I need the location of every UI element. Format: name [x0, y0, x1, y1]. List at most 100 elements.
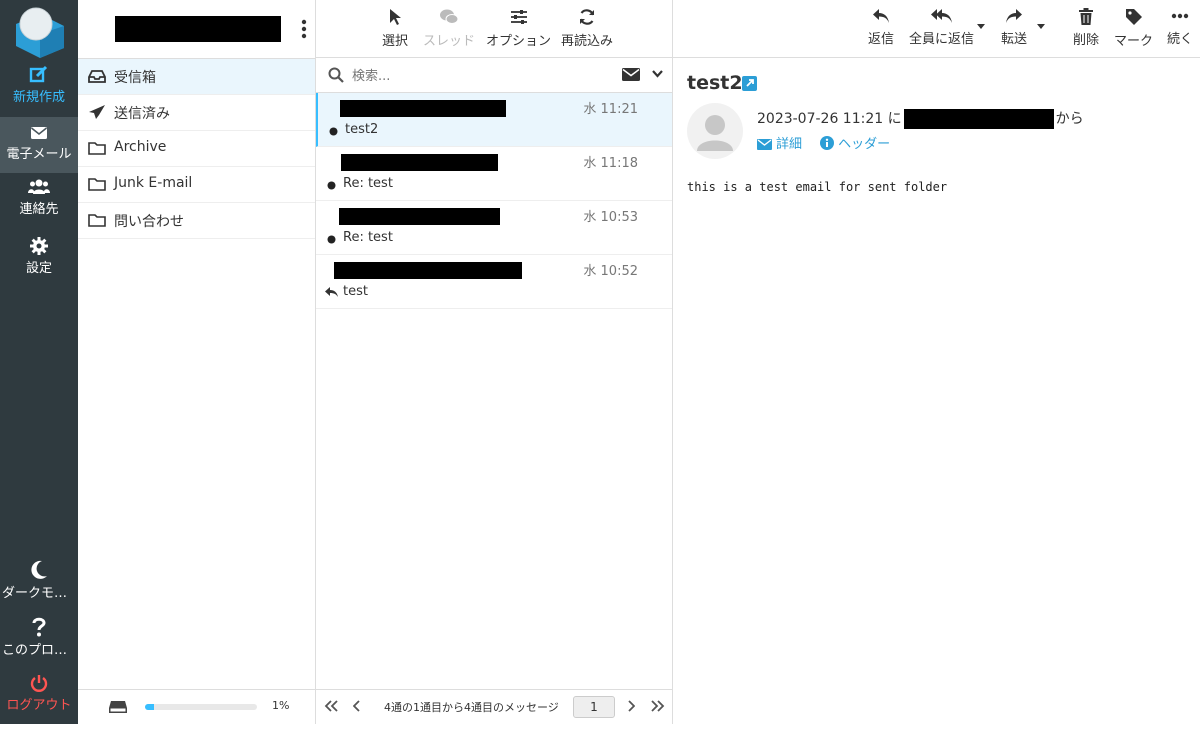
contacts-button[interactable]: 連絡先	[0, 178, 78, 234]
darkmode-button[interactable]: ダークモー…	[0, 560, 78, 616]
more-label: 続く	[1167, 32, 1194, 47]
search-input[interactable]	[350, 65, 594, 87]
list-pagination: 4通の1通目から4通目のメッセージ 1	[316, 689, 672, 724]
page-number-input[interactable]: 1	[573, 696, 615, 718]
gear-icon	[30, 237, 48, 255]
reading-pane: 返信 全員に返信 転送 削除 マーク 続く test2 2023-07-26 1…	[673, 0, 1200, 724]
delete-label: 削除	[1073, 33, 1100, 48]
forward-dropdown-icon[interactable]	[1037, 24, 1045, 29]
app-logo[interactable]	[14, 4, 66, 58]
message-row[interactable]: 水 10:53 Re: test	[316, 201, 672, 255]
message-subject: Re: test	[343, 176, 393, 191]
hard-drive-icon	[109, 701, 127, 713]
forward-icon	[1006, 9, 1022, 23]
folder-icon	[88, 178, 106, 191]
account-name-redacted	[115, 16, 281, 42]
folder-pane-header	[78, 0, 315, 59]
sender-redacted	[903, 109, 1054, 129]
message-row[interactable]: 水 11:18 Re: test	[316, 147, 672, 201]
folder-archive[interactable]: Archive	[78, 131, 315, 167]
headers-link[interactable]: ヘッダー	[820, 136, 890, 152]
folder-label: 問い合わせ	[114, 214, 184, 230]
from-prefix: に	[887, 111, 902, 127]
app-nav: 新規作成 電子メール 連絡先 設定 ダークモー… このプログ… ログアウト	[0, 0, 78, 724]
question-icon	[32, 617, 46, 637]
refresh-button[interactable]: 再読込み	[561, 8, 613, 49]
details-label: 詳細	[776, 137, 803, 152]
search-icon	[328, 67, 344, 83]
ellipsis-icon	[1171, 13, 1189, 19]
reply-label: 返信	[868, 32, 895, 47]
reply-all-dropdown-icon[interactable]	[977, 24, 985, 29]
message-date: 水 11:18	[583, 156, 638, 171]
folder-label: 送信済み	[114, 106, 170, 122]
unread-dot-icon[interactable]	[329, 127, 338, 136]
message-list-pane: 選択 スレッド オプション 再読込み 検索... 水 11:21 test2 水…	[316, 0, 673, 724]
folder-inquiries[interactable]: 問い合わせ	[78, 203, 315, 239]
message-row[interactable]: 水 10:52 test	[316, 255, 672, 309]
message-row[interactable]: 水 11:21 test2	[316, 93, 672, 147]
logout-button[interactable]: ログアウト	[0, 674, 78, 730]
refresh-label: 再読込み	[561, 34, 614, 49]
reader-toolbar: 返信 全員に返信 転送 削除 マーク 続く	[673, 0, 1200, 58]
mark-button[interactable]: マーク	[1114, 8, 1153, 49]
prev-page-icon[interactable]	[353, 700, 361, 712]
envelope-icon	[757, 139, 772, 150]
reply-all-button[interactable]: 全員に返信	[909, 8, 974, 47]
header-links: 詳細 ヘッダー	[757, 133, 904, 152]
open-in-new-window-icon[interactable]	[742, 76, 757, 91]
options-button[interactable]: オプション	[486, 8, 551, 49]
first-page-icon[interactable]	[324, 700, 338, 712]
folder-icon	[88, 214, 106, 227]
last-page-icon[interactable]	[651, 700, 665, 712]
details-link[interactable]: 詳細	[757, 137, 806, 152]
reply-all-icon	[930, 9, 952, 23]
logout-label: ログアウト	[6, 698, 72, 713]
power-icon	[30, 675, 48, 692]
info-icon	[820, 136, 835, 150]
folder-label: Junk E-mail	[114, 175, 193, 191]
envelope-icon[interactable]	[622, 68, 640, 81]
settings-button[interactable]: 設定	[0, 237, 78, 293]
forward-label: 転送	[1001, 32, 1028, 47]
search-bar	[316, 58, 672, 93]
options-label: オプション	[486, 34, 552, 49]
replied-icon	[325, 287, 338, 297]
folder-label: 受信箱	[114, 70, 156, 86]
threads-label: スレッド	[423, 34, 476, 49]
folder-sent[interactable]: 送信済み	[78, 95, 315, 131]
select-button[interactable]: 選択	[382, 8, 408, 49]
forward-button[interactable]: 転送	[1001, 8, 1027, 47]
compose-button[interactable]: 新規作成	[0, 64, 78, 120]
inbox-icon	[88, 70, 106, 83]
kebab-menu-icon[interactable]	[299, 18, 309, 40]
next-page-icon[interactable]	[627, 700, 635, 712]
message-date: 2023-07-26 11:21	[757, 111, 884, 127]
message-body: this is a test email for sent folder	[687, 180, 948, 194]
user-avatar-icon	[697, 115, 733, 151]
mark-label: マーク	[1114, 34, 1154, 49]
message-date: 水 10:53	[583, 210, 638, 225]
about-button[interactable]: このプログ…	[0, 617, 78, 673]
sender-redacted	[334, 262, 522, 279]
chevron-down-icon[interactable]	[652, 70, 663, 78]
reply-button[interactable]: 返信	[868, 8, 894, 47]
folder-label: Archive	[114, 139, 167, 155]
more-button[interactable]: 続く	[1167, 8, 1193, 47]
threads-button[interactable]: スレッド	[423, 8, 475, 49]
message-subject: Re: test	[343, 230, 393, 245]
sender-redacted	[339, 208, 500, 225]
sender-avatar	[687, 103, 743, 159]
delete-button[interactable]: 削除	[1073, 8, 1099, 48]
refresh-icon	[579, 9, 595, 25]
mail-button[interactable]: 電子メール	[0, 117, 78, 173]
folder-pane: 受信箱 送信済み Archive Junk E-mail 問い合わせ 1%	[78, 0, 316, 724]
about-label: このプログ…	[2, 643, 78, 658]
unread-dot-icon[interactable]	[327, 235, 336, 244]
unread-dot-icon[interactable]	[327, 181, 336, 190]
folder-junk[interactable]: Junk E-mail	[78, 167, 315, 203]
quota-progress	[145, 704, 257, 710]
folder-inbox[interactable]: 受信箱	[78, 59, 315, 95]
sender-redacted	[341, 154, 498, 171]
reply-all-label: 全員に返信	[909, 32, 975, 47]
